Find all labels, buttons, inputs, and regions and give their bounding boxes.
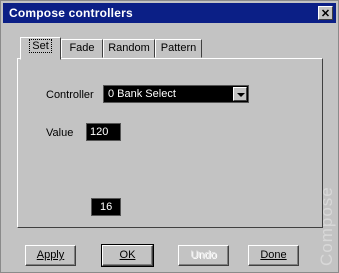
tab-pattern[interactable]: Pattern [155,39,202,58]
value-field[interactable]: 120 [86,123,121,141]
ok-button[interactable]: OK [101,244,154,267]
title-bar[interactable]: Compose controllers ✕ [3,3,336,23]
close-button[interactable]: ✕ [318,6,333,20]
tab-fade[interactable]: Fade [61,39,103,58]
undo-button[interactable]: Undo [178,245,229,266]
value-label: Value [46,127,74,139]
compose-watermark: Compose [317,186,336,266]
tab-random[interactable]: Random [103,39,155,58]
controller-label: Controller [46,89,94,101]
number-field[interactable]: 16 [91,198,121,216]
controller-select-value: 0 Bank Select [108,88,176,100]
controller-select[interactable]: 0 Bank Select [103,85,249,103]
tab-set[interactable]: Set [20,37,61,60]
chevron-down-icon[interactable] [233,87,247,101]
done-button[interactable]: Done [248,245,299,266]
window-title: Compose controllers [9,6,133,20]
compose-controllers-window: Compose controllers ✕ Set Fade Random Pa… [0,0,339,273]
tab-panel-set [17,58,323,228]
apply-button[interactable]: Apply [25,245,76,266]
tab-set-label: Set [29,39,52,53]
